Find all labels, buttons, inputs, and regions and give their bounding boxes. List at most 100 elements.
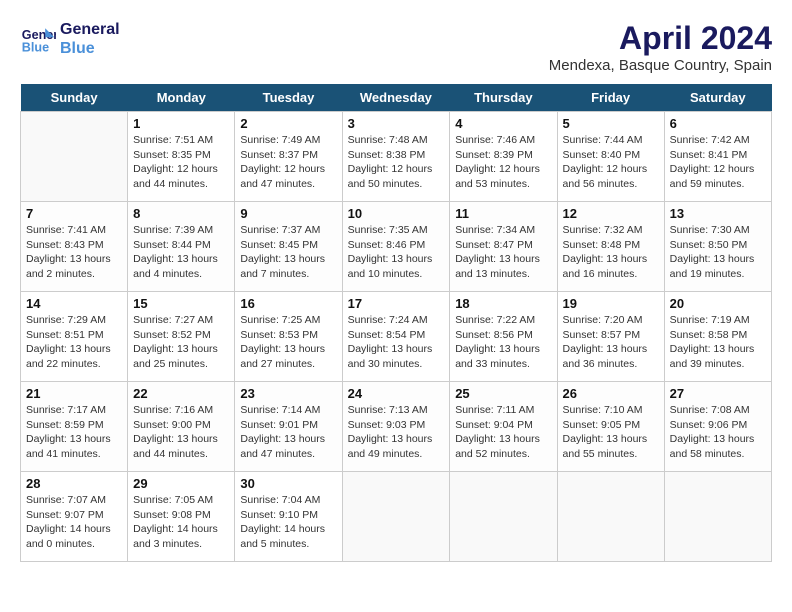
cell-info: Sunrise: 7:32 AMSunset: 8:48 PMDaylight:… bbox=[563, 223, 659, 282]
logo: General Blue General Blue bbox=[20, 20, 120, 58]
date-number: 25 bbox=[455, 386, 551, 401]
date-number: 2 bbox=[240, 116, 336, 131]
date-number: 13 bbox=[670, 206, 766, 221]
cell-info: Sunrise: 7:29 AMSunset: 8:51 PMDaylight:… bbox=[26, 313, 122, 372]
date-number: 30 bbox=[240, 476, 336, 491]
calendar-cell: 6 Sunrise: 7:42 AMSunset: 8:41 PMDaylight… bbox=[664, 112, 771, 202]
cell-info: Sunrise: 7:22 AMSunset: 8:56 PMDaylight:… bbox=[455, 313, 551, 372]
calendar-cell: 19 Sunrise: 7:20 AMSunset: 8:57 PMDayligh… bbox=[557, 292, 664, 382]
calendar-cell: 10 Sunrise: 7:35 AMSunset: 8:46 PMDayligh… bbox=[342, 202, 450, 292]
cell-info: Sunrise: 7:13 AMSunset: 9:03 PMDaylight:… bbox=[348, 403, 445, 462]
calendar-cell: 4Sunrise: 7:46 AMSunset: 8:39 PMDaylight… bbox=[450, 112, 557, 202]
date-number: 7 bbox=[26, 206, 122, 221]
date-number: 10 bbox=[348, 206, 445, 221]
calendar-cell bbox=[21, 112, 128, 202]
cell-info: Sunrise: 7:04 AMSunset: 9:10 PMDaylight:… bbox=[240, 493, 336, 552]
date-number: 8 bbox=[133, 206, 229, 221]
date-number: 29 bbox=[133, 476, 229, 491]
week-row-3: 14 Sunrise: 7:29 AMSunset: 8:51 PMDayligh… bbox=[21, 292, 772, 382]
cell-info: Sunrise: 7:05 AMSunset: 9:08 PMDaylight:… bbox=[133, 493, 229, 552]
cell-info: Sunrise: 7:20 AMSunset: 8:57 PMDaylight:… bbox=[563, 313, 659, 372]
logo-icon: General Blue bbox=[20, 21, 56, 57]
calendar-table: SundayMondayTuesdayWednesdayThursdayFrid… bbox=[20, 84, 772, 562]
date-number: 15 bbox=[133, 296, 229, 311]
calendar-cell bbox=[557, 472, 664, 562]
week-row-5: 28Sunrise: 7:07 AMSunset: 9:07 PMDayligh… bbox=[21, 472, 772, 562]
cell-info: Sunrise: 7:25 AMSunset: 8:53 PMDaylight:… bbox=[240, 313, 336, 372]
calendar-cell: 26 Sunrise: 7:10 AMSunset: 9:05 PMDayligh… bbox=[557, 382, 664, 472]
cell-info: Sunrise: 7:49 AMSunset: 8:37 PMDaylight:… bbox=[240, 133, 336, 192]
calendar-cell: 30 Sunrise: 7:04 AMSunset: 9:10 PMDayligh… bbox=[235, 472, 342, 562]
date-number: 21 bbox=[26, 386, 122, 401]
cell-info: Sunrise: 7:30 AMSunset: 8:50 PMDaylight:… bbox=[670, 223, 766, 282]
date-number: 5 bbox=[563, 116, 659, 131]
calendar-cell: 28Sunrise: 7:07 AMSunset: 9:07 PMDayligh… bbox=[21, 472, 128, 562]
date-number: 19 bbox=[563, 296, 659, 311]
calendar-cell: 3Sunrise: 7:48 AMSunset: 8:38 PMDaylight… bbox=[342, 112, 450, 202]
calendar-cell: 15Sunrise: 7:27 AMSunset: 8:52 PMDayligh… bbox=[128, 292, 235, 382]
calendar-cell: 14 Sunrise: 7:29 AMSunset: 8:51 PMDayligh… bbox=[21, 292, 128, 382]
day-header-friday: Friday bbox=[557, 84, 664, 112]
date-number: 17 bbox=[348, 296, 445, 311]
day-header-saturday: Saturday bbox=[664, 84, 771, 112]
cell-info: Sunrise: 7:42 AMSunset: 8:41 PMDaylight:… bbox=[670, 133, 766, 192]
calendar-cell bbox=[664, 472, 771, 562]
date-number: 22 bbox=[133, 386, 229, 401]
logo-line1: General bbox=[60, 20, 120, 39]
date-number: 18 bbox=[455, 296, 551, 311]
calendar-cell: 16 Sunrise: 7:25 AMSunset: 8:53 PMDayligh… bbox=[235, 292, 342, 382]
calendar-cell: 24 Sunrise: 7:13 AMSunset: 9:03 PMDayligh… bbox=[342, 382, 450, 472]
calendar-cell: 2 Sunrise: 7:49 AMSunset: 8:37 PMDaylight… bbox=[235, 112, 342, 202]
title-block: April 2024 Mendexa, Basque Country, Spai… bbox=[549, 20, 772, 74]
date-number: 27 bbox=[670, 386, 766, 401]
cell-info: Sunrise: 7:34 AMSunset: 8:47 PMDaylight:… bbox=[455, 223, 551, 282]
logo-line2: Blue bbox=[60, 39, 120, 58]
date-number: 16 bbox=[240, 296, 336, 311]
calendar-cell bbox=[450, 472, 557, 562]
cell-info: Sunrise: 7:41 AMSunset: 8:43 PMDaylight:… bbox=[26, 223, 122, 282]
cell-info: Sunrise: 7:10 AMSunset: 9:05 PMDaylight:… bbox=[563, 403, 659, 462]
calendar-cell: 7 Sunrise: 7:41 AMSunset: 8:43 PMDaylight… bbox=[21, 202, 128, 292]
date-number: 14 bbox=[26, 296, 122, 311]
calendar-body: 1 Sunrise: 7:51 AMSunset: 8:35 PMDaylight… bbox=[21, 112, 772, 562]
calendar-cell: 21 Sunrise: 7:17 AMSunset: 8:59 PMDayligh… bbox=[21, 382, 128, 472]
calendar-title: April 2024 bbox=[549, 20, 772, 57]
calendar-cell bbox=[342, 472, 450, 562]
cell-info: Sunrise: 7:17 AMSunset: 8:59 PMDaylight:… bbox=[26, 403, 122, 462]
date-number: 6 bbox=[670, 116, 766, 131]
calendar-cell: 17Sunrise: 7:24 AMSunset: 8:54 PMDayligh… bbox=[342, 292, 450, 382]
date-number: 9 bbox=[240, 206, 336, 221]
cell-info: Sunrise: 7:46 AMSunset: 8:39 PMDaylight:… bbox=[455, 133, 551, 192]
day-header-sunday: Sunday bbox=[21, 84, 128, 112]
day-header-wednesday: Wednesday bbox=[342, 84, 450, 112]
calendar-cell: 20Sunrise: 7:19 AMSunset: 8:58 PMDayligh… bbox=[664, 292, 771, 382]
calendar-cell: 22 Sunrise: 7:16 AMSunset: 9:00 PMDayligh… bbox=[128, 382, 235, 472]
calendar-cell: 11 Sunrise: 7:34 AMSunset: 8:47 PMDayligh… bbox=[450, 202, 557, 292]
calendar-cell: 23Sunrise: 7:14 AMSunset: 9:01 PMDayligh… bbox=[235, 382, 342, 472]
cell-info: Sunrise: 7:08 AMSunset: 9:06 PMDaylight:… bbox=[670, 403, 766, 462]
calendar-cell: 29 Sunrise: 7:05 AMSunset: 9:08 PMDayligh… bbox=[128, 472, 235, 562]
cell-info: Sunrise: 7:11 AMSunset: 9:04 PMDaylight:… bbox=[455, 403, 551, 462]
calendar-cell: 1 Sunrise: 7:51 AMSunset: 8:35 PMDaylight… bbox=[128, 112, 235, 202]
day-header-monday: Monday bbox=[128, 84, 235, 112]
calendar-cell: 27 Sunrise: 7:08 AMSunset: 9:06 PMDayligh… bbox=[664, 382, 771, 472]
date-number: 26 bbox=[563, 386, 659, 401]
calendar-cell: 5Sunrise: 7:44 AMSunset: 8:40 PMDaylight… bbox=[557, 112, 664, 202]
cell-info: Sunrise: 7:37 AMSunset: 8:45 PMDaylight:… bbox=[240, 223, 336, 282]
calendar-header: General Blue General Blue April 2024 Men… bbox=[20, 20, 772, 74]
week-row-4: 21 Sunrise: 7:17 AMSunset: 8:59 PMDayligh… bbox=[21, 382, 772, 472]
date-number: 24 bbox=[348, 386, 445, 401]
svg-text:Blue: Blue bbox=[22, 41, 49, 55]
calendar-cell: 9 Sunrise: 7:37 AMSunset: 8:45 PMDaylight… bbox=[235, 202, 342, 292]
date-number: 1 bbox=[133, 116, 229, 131]
cell-info: Sunrise: 7:35 AMSunset: 8:46 PMDaylight:… bbox=[348, 223, 445, 282]
week-row-2: 7 Sunrise: 7:41 AMSunset: 8:43 PMDaylight… bbox=[21, 202, 772, 292]
date-number: 23 bbox=[240, 386, 336, 401]
date-number: 11 bbox=[455, 206, 551, 221]
calendar-cell: 13 Sunrise: 7:30 AMSunset: 8:50 PMDayligh… bbox=[664, 202, 771, 292]
cell-info: Sunrise: 7:16 AMSunset: 9:00 PMDaylight:… bbox=[133, 403, 229, 462]
date-number: 3 bbox=[348, 116, 445, 131]
cell-info: Sunrise: 7:51 AMSunset: 8:35 PMDaylight:… bbox=[133, 133, 229, 192]
cell-info: Sunrise: 7:39 AMSunset: 8:44 PMDaylight:… bbox=[133, 223, 229, 282]
date-number: 12 bbox=[563, 206, 659, 221]
